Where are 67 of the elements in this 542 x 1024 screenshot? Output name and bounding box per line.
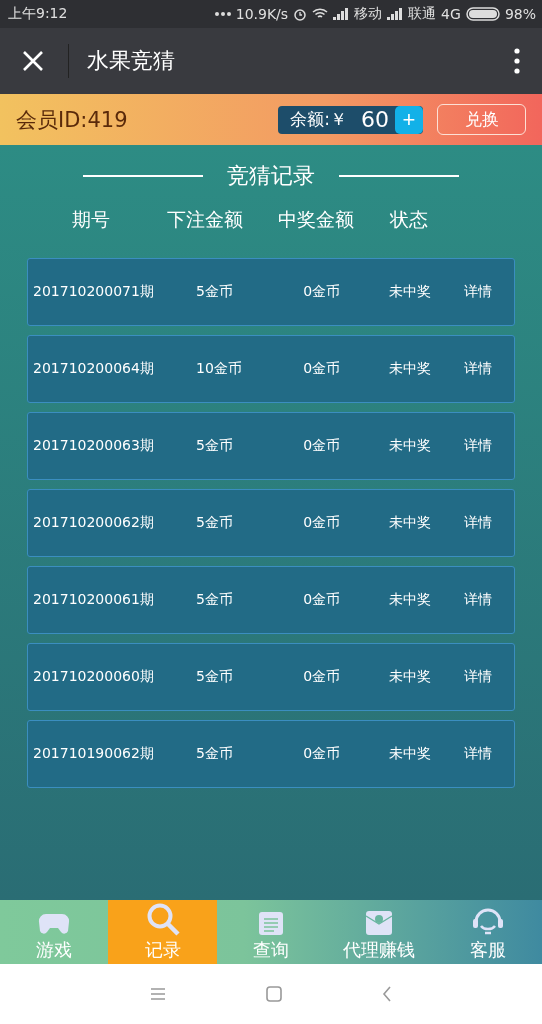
bet-amount: 5金币 (195, 591, 234, 609)
period-number: 201710200071期 (32, 283, 155, 301)
battery-level: 98% (504, 6, 536, 22)
section-title: 竞猜记录 (227, 162, 315, 190)
period-number: 201710200063期 (32, 437, 155, 455)
headset-icon (470, 906, 505, 936)
bet-amount: 10金币 (195, 360, 243, 378)
period-number: 201710200061期 (32, 591, 155, 609)
notepad-icon (257, 910, 284, 936)
column-header: 状态 (390, 207, 428, 232)
period-number: 201710200062期 (32, 514, 155, 532)
win-amount: 0金币 (303, 745, 342, 763)
status-text: 未中奖 (388, 591, 432, 609)
menu-icon[interactable] (150, 987, 166, 1001)
status-text: 未中奖 (388, 437, 432, 455)
details-link[interactable]: 详情 (464, 668, 514, 686)
bet-amount: 5金币 (195, 745, 234, 763)
bet-amount: 5金币 (195, 514, 234, 532)
column-header: 期号 (72, 207, 111, 232)
column-header: 下注金额 (167, 207, 244, 232)
signal-icon (333, 8, 350, 20)
status-text: 未中奖 (388, 745, 432, 763)
win-amount: 0金币 (303, 283, 342, 301)
more-dots-icon (214, 12, 231, 16)
carrier-name: 移动 (354, 5, 383, 23)
status-text: 未中奖 (388, 668, 432, 686)
details-link[interactable]: 详情 (464, 360, 514, 378)
period-number: 201710200060期 (32, 668, 155, 686)
win-amount: 0金币 (303, 437, 342, 455)
win-amount: 0金币 (303, 360, 342, 378)
bet-amount: 5金币 (195, 283, 234, 301)
home-icon[interactable] (266, 986, 282, 1002)
win-amount: 0金币 (303, 514, 342, 532)
status-text: 未中奖 (388, 360, 432, 378)
more-menu-icon[interactable] (514, 48, 520, 74)
details-link[interactable]: 详情 (464, 514, 514, 532)
status-time: 上午9:12 (8, 5, 68, 23)
wifi-icon (312, 8, 329, 20)
balance-amount: 60 (361, 107, 389, 132)
nav-tab[interactable]: 客服 (433, 900, 542, 964)
back-icon[interactable] (382, 986, 392, 1002)
carrier-name: 联通 (408, 5, 437, 23)
details-link[interactable]: 详情 (464, 283, 514, 301)
network-speed: 10.9K/s (235, 6, 289, 22)
status-text: 未中奖 (388, 514, 432, 532)
details-link[interactable]: 详情 (464, 437, 514, 455)
status-text: 未中奖 (388, 283, 432, 301)
period-number: 201710200064期 (32, 360, 155, 378)
battery-icon (465, 7, 500, 21)
details-link[interactable]: 详情 (464, 745, 514, 763)
page-title: 水果竞猜 (87, 47, 176, 75)
details-link[interactable]: 详情 (464, 591, 514, 609)
network-type: 4G (441, 6, 461, 22)
bet-amount: 5金币 (195, 437, 234, 455)
gamepad-icon (38, 912, 71, 936)
alarm-icon (293, 7, 308, 21)
win-amount: 0金币 (303, 591, 342, 609)
period-number: 201710190062期 (32, 745, 155, 763)
column-header: 中奖金额 (278, 207, 355, 232)
search-icon (145, 902, 180, 936)
close-icon[interactable] (22, 50, 44, 72)
signal-icon (387, 8, 404, 20)
balance-label: 余额:￥ (290, 108, 347, 131)
envelope-icon (365, 910, 394, 936)
win-amount: 0金币 (303, 668, 342, 686)
member-id: 会员ID:419 (16, 106, 129, 134)
bet-amount: 5金币 (195, 668, 234, 686)
